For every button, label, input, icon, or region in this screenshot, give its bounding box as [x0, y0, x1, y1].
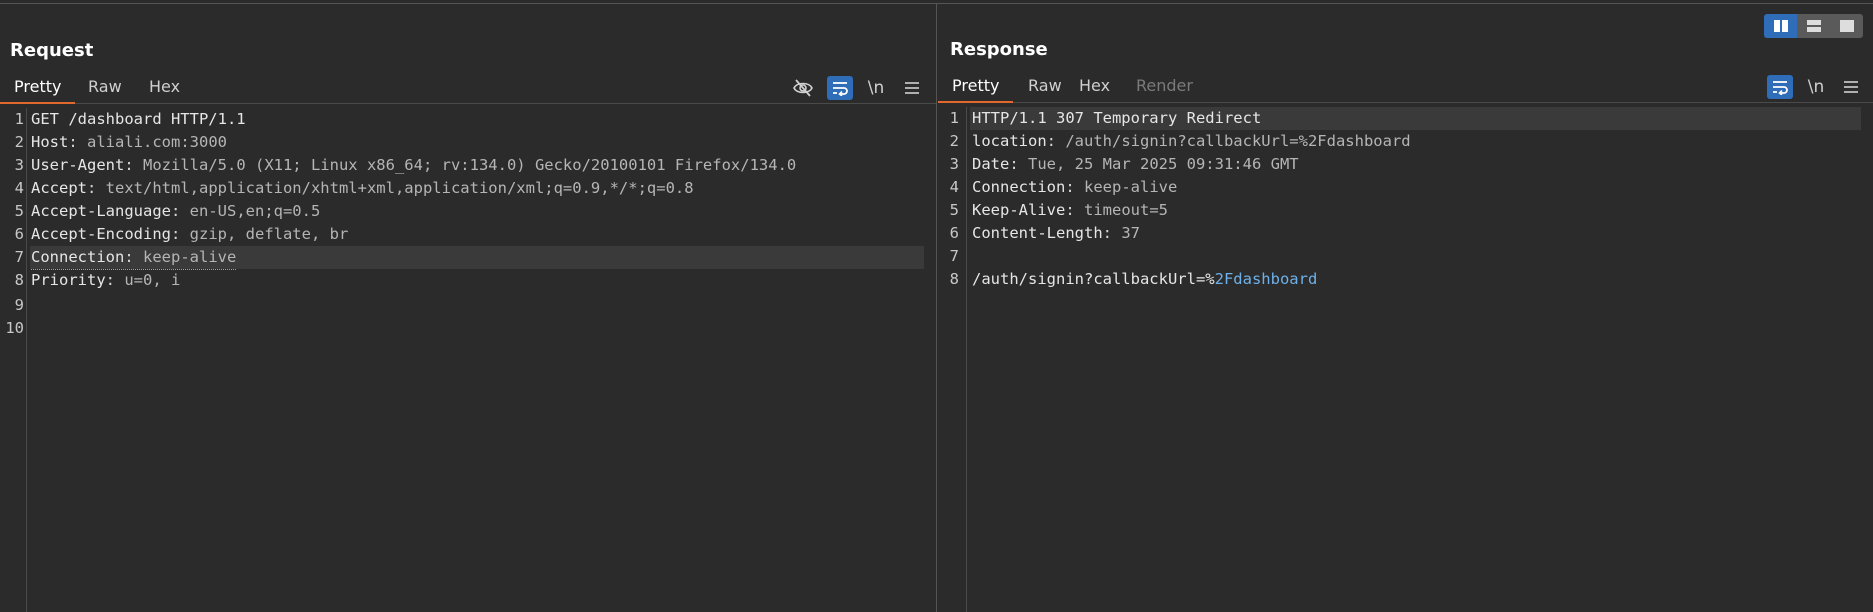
- split-horizontal-icon[interactable]: [1764, 14, 1797, 38]
- code-line: 10: [5, 319, 24, 337]
- code-line-selected: 7 Connection: keep-alive: [0, 246, 936, 270]
- code-line: 5 Keep-Alive: timeout=5: [949, 201, 1168, 219]
- code-line: 9: [14, 296, 24, 314]
- code-line: 4 Connection: keep-alive: [949, 178, 1178, 196]
- response-tab-pretty[interactable]: Pretty: [938, 71, 1014, 103]
- menu-icon[interactable]: [899, 76, 925, 100]
- request-tabs: Pretty Raw Hex \n: [0, 72, 936, 104]
- eye-off-icon[interactable]: [790, 76, 816, 100]
- code-line: 6 Content-Length: 37: [949, 224, 1140, 242]
- request-editor[interactable]: 1 GET /dashboard HTTP/1.1 2 Host: aliali.c…: [0, 108, 936, 612]
- response-pane: Response Pretty Raw Hex Render \n 1 HTTP/…: [938, 4, 1873, 612]
- code-line: 2 location: /auth/signin?callbackUrl=%2Fd…: [949, 132, 1411, 150]
- code-line: 2 Host: aliali.com:3000: [14, 133, 227, 151]
- request-title: Request: [10, 40, 94, 61]
- request-tab-hex[interactable]: Hex: [135, 72, 194, 104]
- code-line: 3 Date: Tue, 25 Mar 2025 09:31:46 GMT: [949, 155, 1299, 173]
- wrap-icon[interactable]: [827, 76, 853, 100]
- response-tab-hex[interactable]: Hex: [1065, 71, 1124, 103]
- code-line: 7: [949, 247, 959, 265]
- newline-toggle[interactable]: \n: [863, 76, 889, 100]
- split-vertical-icon[interactable]: [1797, 14, 1830, 38]
- response-title: Response: [950, 39, 1048, 60]
- menu-icon[interactable]: [1838, 75, 1864, 99]
- single-pane-icon[interactable]: [1830, 14, 1863, 38]
- code-line: 8/auth/signin?callbackUrl=%2Fdashboard: [949, 270, 1318, 288]
- code-line: 8 Priority: u=0, i: [14, 271, 181, 289]
- request-tab-pretty[interactable]: Pretty: [0, 72, 76, 104]
- request-tab-raw[interactable]: Raw: [74, 72, 136, 104]
- response-editor[interactable]: 1 HTTP/1.1 307 Temporary Redirect 2 locati…: [938, 107, 1873, 612]
- code-line: 6 Accept-Encoding: gzip, deflate, br: [14, 225, 349, 243]
- layout-toggle: [1764, 14, 1863, 38]
- newline-toggle[interactable]: \n: [1803, 75, 1829, 99]
- code-line: 3 User-Agent: Mozilla/5.0 (X11; Linux x86…: [14, 156, 797, 174]
- wrap-icon[interactable]: [1767, 75, 1793, 99]
- response-tab-render[interactable]: Render: [1122, 71, 1207, 103]
- code-line: 5 Accept-Language: en-US,en;q=0.5: [14, 202, 321, 220]
- code-line: 1 GET /dashboard HTTP/1.1: [14, 110, 246, 128]
- code-line-selected: 1 HTTP/1.1 307 Temporary Redirect: [938, 107, 1873, 130]
- request-pane: Request Pretty Raw Hex \n 1 GET /dashboar…: [0, 4, 937, 612]
- code-line: 4 Accept: text/html,application/xhtml+xml…: [14, 179, 694, 197]
- response-tabs: Pretty Raw Hex Render \n: [938, 71, 1873, 103]
